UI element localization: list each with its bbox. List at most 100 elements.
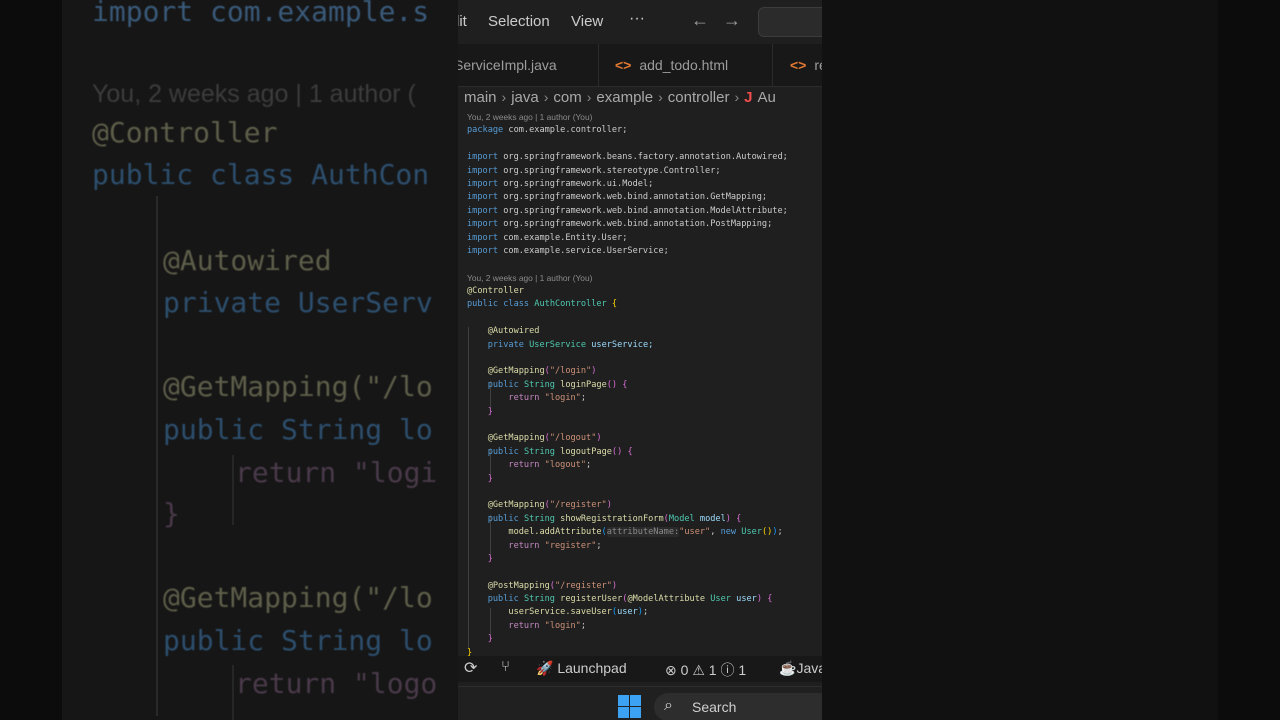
bg-code-line: private UserServ: [163, 286, 433, 319]
tab-divider: [598, 44, 599, 86]
tab-label: add_todo.html: [639, 57, 729, 73]
breadcrumb-item[interactable]: example: [596, 89, 653, 106]
code-line: public String loginPage() {: [487, 379, 628, 390]
java-file-icon: J: [744, 89, 753, 106]
chevron-right-icon: ›: [501, 89, 507, 105]
breadcrumb: main › java › com › example › controller › J Au: [464, 89, 776, 111]
code-line: return "register";: [508, 540, 602, 551]
background-zoomed-code: import com.example.s You, 2 weeks ago | …: [62, 0, 458, 720]
launchpad-button[interactable]: 🚀 Launchpad: [536, 660, 627, 677]
code-line: }: [487, 634, 493, 645]
windows-start-icon[interactable]: [618, 695, 642, 719]
code-line: import org.springframework.web.bind.anno…: [467, 205, 788, 216]
indent-guide: [232, 665, 234, 720]
code-line: import org.springframework.web.bind.anno…: [467, 192, 768, 203]
bg-code-line: return "logi: [235, 456, 438, 489]
code-line: model.addAttribute(attributeName:"user",…: [508, 527, 783, 538]
rocket-icon: 🚀: [536, 660, 554, 676]
bg-code-line: public String lo: [163, 413, 433, 446]
background-right-panel: [822, 0, 1218, 720]
code-line: @GetMapping("/logout"): [487, 433, 602, 444]
bg-codelens: You, 2 weeks ago | 1 author (: [92, 80, 416, 108]
bg-code-line: @Autowired: [163, 244, 332, 277]
forward-arrow-icon[interactable]: →: [723, 10, 741, 31]
code-line: import org.springframework.ui.Model;: [467, 178, 654, 189]
code-line: @GetMapping("/register"): [487, 500, 612, 511]
breadcrumb-item[interactable]: controller: [668, 89, 730, 106]
chevron-right-icon: ›: [734, 89, 740, 105]
code-line: public String registerUser(@ModelAttribu…: [487, 594, 773, 605]
codelens-blame[interactable]: You, 2 weeks ago | 1 author (You): [467, 272, 822, 285]
status-bar: ⟳ ⑂ 🚀 Launchpad ⊗ 0 ⚠ 1 ⓘ 1 ☕Java: [458, 656, 822, 682]
menu-more-icon[interactable]: ···: [629, 10, 645, 28]
tab-re[interactable]: <> re: [790, 44, 822, 86]
code-line: return "login";: [508, 393, 587, 404]
code-line: @Controller: [467, 286, 524, 297]
bg-code-line: @GetMapping("/lo: [163, 581, 433, 614]
error-icon: ⊗: [665, 662, 677, 678]
code-line: import org.springframework.stereotype.Co…: [467, 165, 721, 176]
inlay-hint: attributeName:: [606, 527, 680, 538]
breadcrumb-item[interactable]: com: [553, 89, 581, 106]
problems-indicator[interactable]: ⊗ 0 ⚠ 1 ⓘ 1: [665, 660, 746, 680]
code-line: import org.springframework.web.bind.anno…: [467, 219, 773, 230]
code-line: public class AuthController {: [467, 299, 618, 310]
breadcrumb-item[interactable]: java: [511, 89, 539, 106]
code-line: @Autowired: [487, 326, 540, 337]
menu-edit[interactable]: lit: [458, 13, 467, 30]
source-control-icon[interactable]: ⑂: [501, 658, 510, 675]
code-line: public String showRegistrationForm(Model…: [487, 513, 742, 524]
chevron-right-icon: ›: [586, 89, 592, 105]
bg-code-line: return "logo: [235, 667, 438, 700]
indent-guide: [156, 196, 158, 716]
info-icon: ⓘ: [720, 662, 735, 678]
code-editor[interactable]: You, 2 weeks ago | 1 author (You) packag…: [467, 111, 822, 660]
taskbar-search[interactable]: ⌕ Search: [654, 693, 822, 720]
search-icon: ⌕: [664, 697, 673, 714]
warning-icon: ⚠: [692, 662, 705, 678]
vscode-window: lit Selection View ··· ← → ServiceImpl.j…: [458, 0, 822, 720]
indent-guide: [232, 455, 234, 525]
bg-code-line: @Controller: [92, 116, 278, 149]
chevron-right-icon: ›: [543, 89, 549, 105]
breadcrumb-file[interactable]: Au: [758, 89, 776, 106]
taskbar-search-label: Search: [692, 699, 737, 715]
code-line: return "logout";: [508, 460, 592, 471]
code-line: public String logoutPage() {: [487, 446, 633, 457]
menu-selection[interactable]: Selection: [488, 13, 550, 30]
tab-divider: [772, 44, 773, 86]
html-file-icon: <>: [790, 57, 807, 73]
code-line: import com.example.Entity.User;: [467, 232, 628, 243]
breadcrumb-item[interactable]: main: [464, 89, 497, 106]
code-line: @GetMapping("/login"): [487, 366, 597, 377]
code-line: userService.saveUser(user);: [508, 607, 649, 618]
menu-view[interactable]: View: [571, 13, 603, 30]
code-line: }: [487, 553, 493, 564]
sync-icon[interactable]: ⟳: [464, 658, 477, 678]
bg-code-line: @GetMapping("/lo: [163, 370, 433, 403]
command-center-search[interactable]: [758, 7, 822, 37]
back-arrow-icon[interactable]: ←: [691, 10, 709, 31]
code-line: return "login";: [508, 620, 587, 631]
codelens-blame[interactable]: You, 2 weeks ago | 1 author (You): [467, 111, 822, 124]
code-line: private UserService userService;: [487, 339, 654, 350]
windows-taskbar: ⌕ Search: [458, 686, 822, 720]
tab-label: ServiceImpl.java: [458, 57, 557, 73]
html-file-icon: <>: [615, 57, 632, 73]
tab-label: re: [814, 57, 822, 73]
bg-code-line: public String lo: [163, 624, 433, 657]
code-line: import org.springframework.beans.factory…: [467, 152, 788, 163]
tab-add-todo[interactable]: <> add_todo.html: [615, 44, 728, 86]
code-line: package com.example.controller;: [467, 125, 628, 136]
bg-code-line: import com.example.s: [92, 0, 430, 28]
tab-serviceimpl[interactable]: ServiceImpl.java: [458, 44, 557, 86]
chevron-right-icon: ›: [658, 89, 663, 105]
java-status[interactable]: ☕Java: [779, 660, 822, 677]
menu-bar: lit Selection View ··· ← →: [458, 0, 822, 44]
code-line: }: [487, 406, 493, 417]
